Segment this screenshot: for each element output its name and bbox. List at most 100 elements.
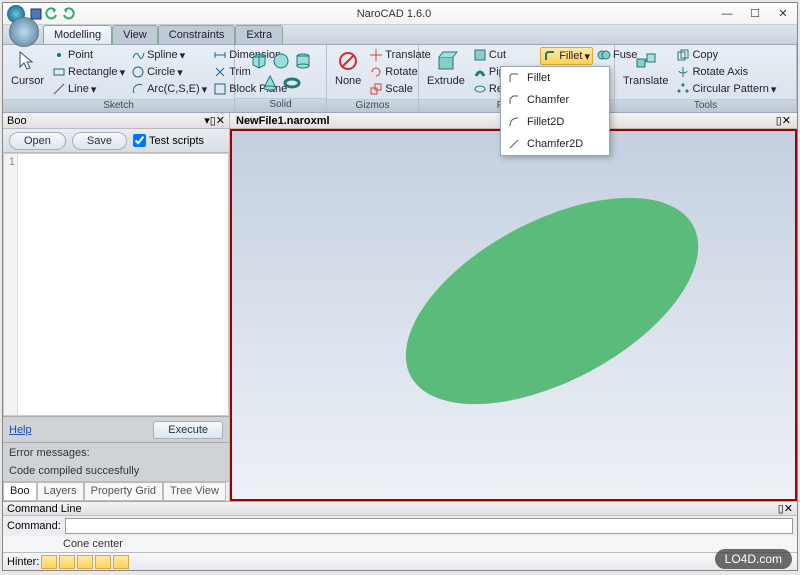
execute-row: Help Execute [3, 416, 229, 442]
boo-toolbar: Open Save Test scripts [3, 129, 229, 153]
open-button[interactable]: Open [9, 132, 66, 150]
titlebar: NaroCAD 1.6.0 — ☐ ✕ [3, 3, 797, 25]
help-link[interactable]: Help [9, 424, 32, 436]
close-button[interactable]: ✕ [769, 5, 797, 23]
fillet-icon [543, 49, 557, 63]
ribbon: Cursor Point Rectangle▾ Line▾ Spline▾ Ci… [3, 45, 797, 113]
app-menu-orb[interactable] [9, 17, 39, 47]
hinter-bar: Hinter: [3, 552, 797, 570]
menu-fillet2d[interactable]: Fillet2D [501, 111, 609, 133]
cut-button[interactable]: Cut [471, 47, 538, 63]
maximize-button[interactable]: ☐ [741, 5, 769, 23]
btab-layers[interactable]: Layers [37, 482, 84, 501]
command-line-panel: Command Line ▯ ✕ Command: Cone center Hi… [3, 501, 797, 570]
hinter-label: Hinter: [7, 556, 39, 568]
rotate-axis-icon [676, 65, 690, 79]
arc-icon [131, 82, 145, 96]
group-gizmos-label: Gizmos [327, 99, 418, 112]
cmd-panel-title: Command Line ▯ ✕ [3, 502, 797, 516]
copy-icon [676, 48, 690, 62]
view-area: NewFile1.naroxml ▯ ✕ [230, 113, 797, 501]
doc-close-icon[interactable]: ✕ [782, 114, 791, 127]
rectangle-button[interactable]: Rectangle▾ [50, 64, 127, 80]
cut-icon [473, 48, 487, 62]
circle-button[interactable]: Circle▾ [129, 64, 209, 80]
app-window: NaroCAD 1.6.0 — ☐ ✕ Modelling View Const… [2, 2, 798, 571]
point-button[interactable]: Point [50, 47, 127, 63]
hinter-btn-1[interactable] [41, 555, 57, 569]
tab-view[interactable]: View [112, 25, 158, 44]
error-message: Code compiled succesfully [9, 465, 223, 477]
sphere-icon[interactable] [271, 51, 291, 71]
chevron-down-icon: ▾ [180, 49, 186, 62]
circle-icon [131, 65, 145, 79]
translate-button[interactable]: Translate [619, 47, 672, 89]
chevron-down-icon: ▾ [584, 50, 590, 63]
left-bottom-tabs: Boo Layers Property Grid Tree View [3, 481, 229, 501]
cursor-button[interactable]: Cursor [7, 47, 48, 89]
group-sketch-label: Sketch [3, 99, 234, 112]
ellipse-shape[interactable] [373, 155, 731, 447]
btab-property-grid[interactable]: Property Grid [84, 482, 163, 501]
revolve-icon [473, 82, 487, 96]
chevron-down-icon: ▾ [177, 66, 183, 79]
fillet-button[interactable]: Fillet▾ [540, 47, 593, 65]
fillet-icon [507, 71, 521, 85]
none-button[interactable]: None [331, 47, 365, 89]
dimension-icon [213, 48, 227, 62]
hinter-btn-2[interactable] [59, 555, 75, 569]
btab-tree-view[interactable]: Tree View [163, 482, 226, 501]
menu-fillet[interactable]: Fillet [501, 67, 609, 89]
btab-boo[interactable]: Boo [3, 482, 37, 501]
cone-icon[interactable] [260, 73, 280, 93]
spline-button[interactable]: Spline▾ [129, 47, 209, 63]
menu-chamfer2d[interactable]: Chamfer2D [501, 133, 609, 155]
execute-button[interactable]: Execute [153, 421, 223, 439]
error-area: Error messages: Code compiled succesfull… [3, 442, 229, 481]
box-icon[interactable] [249, 51, 269, 71]
viewport-3d[interactable] [230, 129, 797, 501]
circular-pattern-button[interactable]: Circular Pattern▾ [674, 81, 778, 97]
minimize-button[interactable]: — [713, 5, 741, 23]
hinter-btn-5[interactable] [113, 555, 129, 569]
menu-chamfer[interactable]: Chamfer [501, 89, 609, 111]
cursor-label: Cursor [11, 75, 44, 87]
fillet2d-icon [507, 115, 521, 129]
command-input[interactable] [65, 518, 793, 534]
qat-undo-icon[interactable] [45, 7, 59, 21]
hinter-btn-4[interactable] [95, 555, 111, 569]
pipe-icon [473, 65, 487, 79]
hinter-btn-3[interactable] [77, 555, 93, 569]
torus-icon[interactable] [282, 73, 302, 93]
extrude-button[interactable]: Extrude [423, 47, 469, 89]
chevron-down-icon: ▾ [202, 83, 208, 96]
test-scripts-checkbox[interactable]: Test scripts [133, 134, 204, 147]
tab-modelling[interactable]: Modelling [43, 25, 112, 44]
document-name[interactable]: NewFile1.naroxml [236, 115, 330, 127]
script-editor[interactable]: 1 [3, 153, 229, 416]
save-button[interactable]: Save [72, 132, 127, 150]
scale-icon [369, 82, 383, 96]
tab-extra[interactable]: Extra [235, 25, 283, 44]
chamfer-icon [507, 93, 521, 107]
rotate-axis-button[interactable]: Rotate Axis [674, 64, 778, 80]
cylinder-icon[interactable] [293, 51, 313, 71]
line-icon [52, 82, 66, 96]
arc-button[interactable]: Arc(C,S,E)▾ [129, 81, 209, 97]
chevron-down-icon: ▾ [771, 83, 777, 96]
tab-constraints[interactable]: Constraints [158, 25, 236, 44]
cmd-close-icon[interactable]: ✕ [784, 502, 793, 515]
chevron-down-icon: ▾ [91, 83, 97, 96]
window-title: NaroCAD 1.6.0 [75, 8, 713, 20]
point-icon [52, 48, 66, 62]
panel-close-icon[interactable]: ✕ [216, 114, 225, 127]
copy-button[interactable]: Copy [674, 47, 778, 63]
editor-gutter: 1 [4, 154, 18, 415]
translate-icon [369, 48, 383, 62]
fuse-icon [597, 48, 611, 62]
command-row: Command: [3, 516, 797, 536]
quick-access-toolbar [29, 7, 75, 21]
qat-redo-icon[interactable] [61, 7, 75, 21]
group-solid-label: Solid [235, 98, 326, 112]
line-button[interactable]: Line▾ [50, 81, 127, 97]
